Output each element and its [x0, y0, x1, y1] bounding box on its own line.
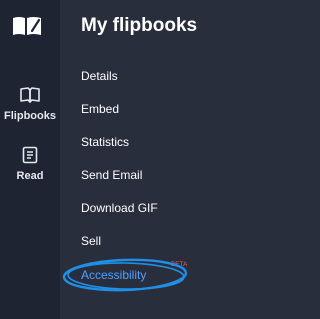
document-icon	[22, 146, 38, 164]
menu-item-download-gif[interactable]: Download GIF	[81, 201, 158, 215]
menu-item-embed[interactable]: Embed	[81, 102, 119, 116]
menu-item-details[interactable]: Details	[81, 69, 118, 83]
sidebar-item-label: Flipbooks	[4, 110, 56, 122]
open-book-icon	[20, 87, 40, 103]
sidebar-item-read[interactable]: Read	[0, 146, 60, 182]
sidebar-item-label: Read	[16, 170, 44, 182]
menu-item-sell[interactable]: Sell	[81, 234, 101, 248]
flipbook-logo-icon[interactable]	[11, 15, 43, 37]
nav-rail: Flipbooks Read	[0, 0, 60, 319]
page-title: My flipbooks	[81, 15, 198, 36]
menu-item-statistics[interactable]: Statistics	[81, 135, 129, 149]
menu-item-send-email[interactable]: Send Email	[81, 168, 142, 182]
menu-item-label: Accessibility	[81, 268, 147, 282]
sidebar-item-flipbooks[interactable]: Flipbooks	[0, 86, 60, 122]
beta-badge: BETA	[171, 262, 188, 268]
flipbook-menu-panel: My flipbooks Details Embed Statistics Se…	[60, 0, 270, 319]
menu-item-accessibility[interactable]: Accessibility BETA	[81, 262, 187, 282]
